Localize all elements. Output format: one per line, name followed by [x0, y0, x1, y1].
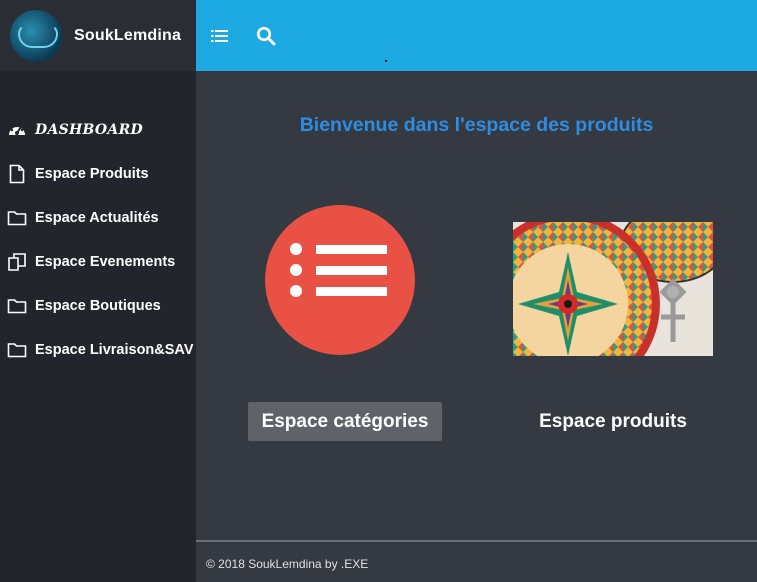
page-title: Bienvenue dans l'espace des produits — [299, 114, 654, 136]
sidebar-item-label: Espace Evenements — [35, 254, 176, 270]
products-image[interactable] — [513, 222, 713, 356]
sidebar-nav: DASHBOARD Espace Produits Espace Actuali… — [0, 108, 196, 372]
sidebar-item-evenements[interactable]: Espace Evenements — [0, 240, 196, 284]
sidebar: SoukLemdina DASHBOARD Espace Produits Es… — [0, 0, 196, 582]
brand-header: SoukLemdina — [0, 0, 196, 71]
sidebar-item-boutiques[interactable]: Espace Boutiques — [0, 284, 196, 328]
stray-dot — [385, 60, 387, 62]
sidebar-item-produits[interactable]: Espace Produits — [0, 152, 196, 196]
dashboard-icon — [6, 119, 28, 141]
categories-button[interactable]: Espace catégories — [248, 402, 442, 441]
categories-list-icon[interactable] — [265, 205, 415, 355]
brand-logo[interactable] — [10, 9, 62, 62]
folder-icon — [6, 207, 28, 229]
sidebar-item-label: Espace Actualités — [35, 210, 159, 226]
sidebar-item-dashboard[interactable]: DASHBOARD — [0, 108, 196, 152]
folder-icon — [6, 295, 28, 317]
sidebar-item-label: DASHBOARD — [35, 122, 143, 138]
footer: © 2018 SoukLemdina by .EXE — [196, 540, 757, 582]
main-content: Bienvenue dans l'espace des produits Esp… — [196, 71, 757, 540]
file-icon — [6, 163, 28, 185]
sidebar-item-actualites[interactable]: Espace Actualités — [0, 196, 196, 240]
list-menu-icon[interactable] — [206, 22, 234, 50]
search-icon[interactable] — [252, 22, 280, 50]
top-navbar — [196, 0, 757, 71]
folder-icon — [6, 339, 28, 361]
sidebar-item-livraison-sav[interactable]: Espace Livraison&SAV — [0, 328, 196, 372]
sidebar-item-label: Espace Produits — [35, 166, 149, 182]
brand-name[interactable]: SoukLemdina — [74, 27, 181, 45]
products-button[interactable]: Espace produits — [516, 402, 710, 441]
sidebar-item-label: Espace Livraison&SAV — [35, 342, 194, 358]
sidebar-item-label: Espace Boutiques — [35, 298, 161, 314]
footer-copyright: © 2018 SoukLemdina by .EXE — [206, 557, 369, 571]
copy-icon — [6, 251, 28, 273]
